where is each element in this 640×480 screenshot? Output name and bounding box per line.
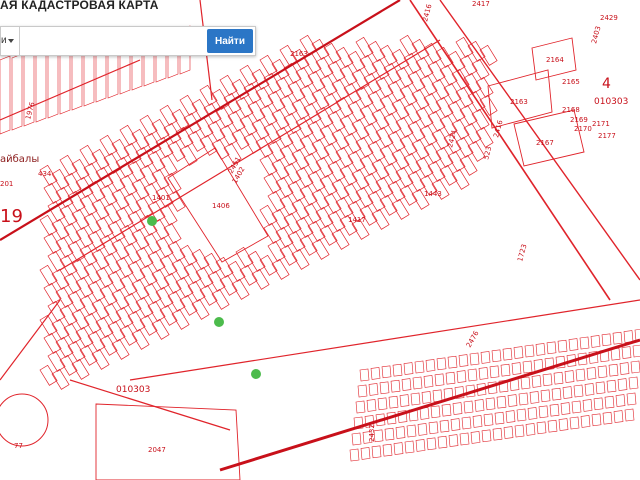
label-parcel-1443: 1443	[424, 190, 442, 198]
label-parcel-2170: 2170	[574, 125, 592, 133]
label-parcel-77: 77	[14, 442, 23, 450]
search-input[interactable]	[21, 29, 205, 53]
label-parcel-2177: 2177	[598, 132, 616, 140]
search-type-value: и	[1, 35, 7, 46]
label-parcel-2165: 2165	[562, 78, 580, 86]
map-marker[interactable]	[251, 369, 261, 379]
label-parcel-1406: 1406	[212, 202, 230, 210]
label-parcel-2429: 2429	[600, 14, 618, 22]
map-marker[interactable]	[214, 317, 224, 327]
chevron-down-icon	[8, 39, 14, 43]
label-quarter-ne-digit: 4	[602, 76, 611, 92]
label-quarter-ne: 010303	[594, 97, 628, 107]
label-district-code: 19	[0, 206, 23, 227]
search-type-dropdown[interactable]: и	[1, 27, 20, 55]
label-parcel-2167: 2167	[536, 139, 554, 147]
cadastral-map[interactable]: 010303 4 010303 19 айбалы 1406 2047 2163…	[0, 0, 640, 480]
map-marker[interactable]	[147, 216, 157, 226]
label-parcel-1401: 1401	[152, 194, 170, 202]
search-bar: и Найти	[0, 26, 256, 56]
label-parcel-2163b: 2163	[290, 50, 308, 58]
label-parcel-2169: 2169	[570, 116, 588, 124]
label-parcel-1417: 1417	[348, 216, 366, 224]
label-parcel-2432: 2432	[368, 424, 376, 442]
label-parcel-2164: 2164	[546, 56, 564, 64]
label-quarter-sw: 010303	[116, 385, 150, 395]
label-parcel-2047: 2047	[148, 446, 166, 454]
label-parcel-201: 201	[0, 180, 13, 188]
label-place-name: айбалы	[0, 154, 39, 165]
label-parcel-2163: 2163	[510, 98, 528, 106]
label-parcel-2171: 2171	[592, 120, 610, 128]
label-parcel-434: 434	[38, 170, 52, 178]
page-title: АЯ КАДАСТРОВАЯ КАРТА	[0, 0, 159, 12]
label-parcel-2417: 2417	[472, 0, 490, 8]
search-button[interactable]: Найти	[207, 29, 253, 53]
label-parcel-2168: 2168	[562, 106, 580, 114]
